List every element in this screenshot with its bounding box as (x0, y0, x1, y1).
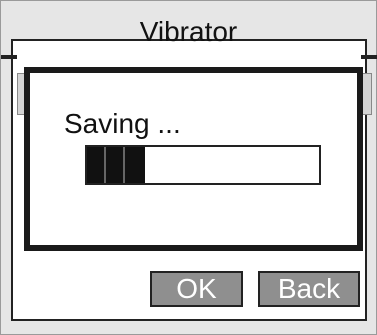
progress-segment (125, 147, 145, 183)
right-scroll-button[interactable] (362, 73, 372, 115)
ok-button[interactable]: OK (150, 271, 243, 307)
phone-screen: Vibrator OK Back Saving ... (0, 0, 377, 335)
saving-dialog: Saving ... (24, 67, 363, 251)
left-separator (1, 55, 17, 59)
progress-fill (87, 147, 145, 183)
screen-title: Vibrator (139, 16, 238, 47)
back-button[interactable]: Back (258, 271, 360, 307)
progress-bar (85, 145, 321, 185)
progress-segment (87, 147, 106, 183)
right-separator (361, 55, 377, 59)
dialog-message: Saving ... (64, 108, 181, 139)
progress-segment (106, 147, 125, 183)
